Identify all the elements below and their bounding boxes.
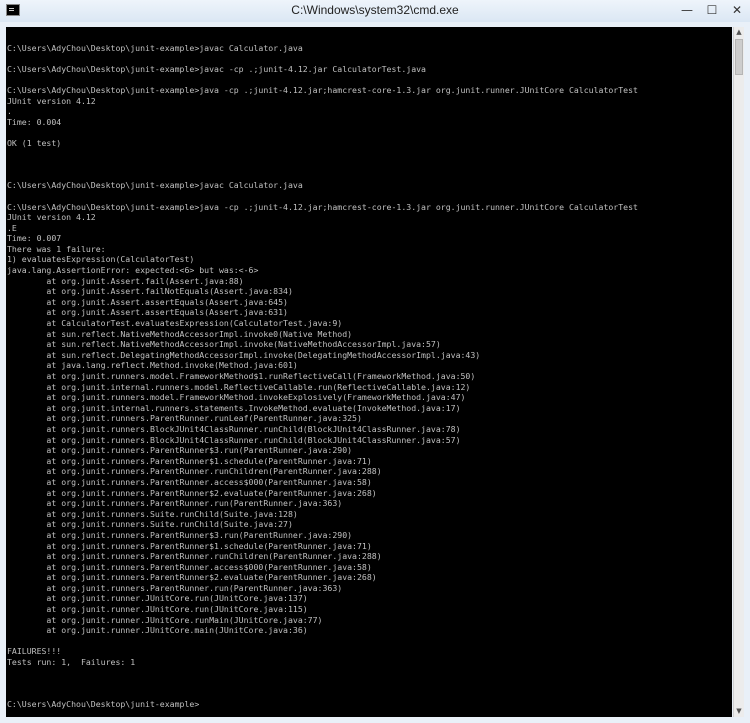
- console-output[interactable]: C:\Users\AdyChou\Desktop\junit-example> j…: [6, 27, 732, 717]
- console-line: at org.junit.runners.ParentRunner.access…: [7, 561, 372, 572]
- console-line: java.lang.AssertionError: expected:<6> b…: [7, 265, 259, 276]
- console-line: at org.junit.runners.ParentRunner.runChi…: [7, 551, 382, 562]
- console-line: at org.junit.Assert.fail(Assert.java:88): [7, 275, 244, 286]
- scroll-thumb[interactable]: [735, 39, 743, 75]
- console-line: at sun.reflect.NativeMethodAccessorImpl.…: [7, 328, 353, 339]
- console-line: 1) evaluatesExpression(CalculatorTest): [7, 254, 195, 265]
- console-line: at org.junit.runners.ParentRunner$2.eval…: [7, 572, 377, 583]
- console-line: at org.junit.runners.Suite.runChild(Suit…: [7, 508, 298, 519]
- minimize-button[interactable]: —: [676, 2, 698, 18]
- console-line: at org.junit.runners.model.FrameworkMeth…: [7, 371, 476, 381]
- console-line: at org.junit.runner.JUnitCore.run(JUnitC…: [7, 593, 308, 604]
- window-title: C:\Windows\system32\cmd.exe: [291, 3, 459, 17]
- console-line: C:\Users\AdyChou\Desktop\junit-example>j…: [7, 63, 426, 74]
- console-line: at org.junit.runners.ParentRunner$1.sche…: [7, 540, 372, 551]
- console-line: C:\Users\AdyChou\Desktop\junit-example>j…: [7, 42, 303, 53]
- console-line: at org.junit.runners.ParentRunner.runLea…: [7, 413, 362, 424]
- scroll-down-arrow-icon[interactable]: ▼: [734, 706, 744, 717]
- console-line: OK (1 test): [7, 137, 62, 148]
- console-line: Time: 0.007: [7, 233, 62, 244]
- console-line: at org.junit.runners.BlockJUnit4ClassRun…: [7, 434, 461, 445]
- console-line: at org.junit.runners.ParentRunner.access…: [7, 476, 372, 487]
- console-line: at org.junit.runners.ParentRunner.run(Pa…: [7, 582, 343, 593]
- console-line: at org.junit.runner.JUnitCore.run(JUnitC…: [7, 604, 308, 615]
- console-line: at org.junit.runner.JUnitCore.main(JUnit…: [7, 625, 308, 636]
- console-line: at org.junit.internal.runners.model.Refl…: [7, 381, 471, 392]
- console-line: at sun.reflect.DelegatingMethodAccessorI…: [7, 349, 481, 360]
- console-line: at org.junit.runners.ParentRunner$1.sche…: [7, 455, 372, 466]
- console-line: at org.junit.runners.ParentRunner.runChi…: [7, 466, 382, 477]
- console-line: C:\Users\AdyChou\Desktop\junit-example>j…: [7, 201, 638, 212]
- console-line: at org.junit.runner.JUnitCore.runMain(JU…: [7, 614, 323, 625]
- console-line: at org.junit.runners.ParentRunner$2.eval…: [7, 487, 377, 498]
- console-line: at org.junit.Assert.assertEquals(Assert.…: [7, 296, 288, 307]
- console-line: at org.junit.runners.model.FrameworkMeth…: [7, 392, 466, 403]
- console-line: at org.junit.runners.ParentRunner$3.run(…: [7, 529, 353, 540]
- console-line: at org.junit.Assert.failNotEquals(Assert…: [7, 286, 293, 297]
- title-bar[interactable]: C:\Windows\system32\cmd.exe — ☐ ✕: [0, 0, 750, 22]
- console-line: JUnit version 4.12: [7, 95, 96, 106]
- console-line: JUnit version 4.12: [7, 212, 96, 223]
- console-line: .: [7, 106, 12, 117]
- cmd-window: C:\Windows\system32\cmd.exe — ☐ ✕ C:\Use…: [0, 0, 750, 723]
- console-line: There was 1 failure:: [7, 243, 106, 254]
- console-line: C:\Users\AdyChou\Desktop\junit-example>j…: [7, 84, 638, 95]
- console-line: at sun.reflect.NativeMethodAccessorImpl.…: [7, 339, 441, 350]
- close-button[interactable]: ✕: [726, 2, 748, 18]
- maximize-button[interactable]: ☐: [701, 2, 723, 18]
- console-line: at org.junit.runners.ParentRunner.run(Pa…: [7, 498, 343, 509]
- console-line: Tests run: 1, Failures: 1: [7, 657, 136, 668]
- console-line: C:\Users\AdyChou\Desktop\junit-example>j…: [7, 180, 303, 191]
- console-line: at java.lang.reflect.Method.invoke(Metho…: [7, 360, 298, 371]
- scroll-up-arrow-icon[interactable]: ▲: [734, 27, 744, 38]
- console-line: FAILURES!!!: [7, 646, 62, 657]
- console-line: .E: [7, 222, 17, 233]
- console-line: at org.junit.internal.runners.statements…: [7, 402, 461, 413]
- console-line: at org.junit.runners.ParentRunner$3.run(…: [7, 445, 353, 456]
- console-line: Time: 0.004: [7, 116, 62, 127]
- vertical-scrollbar[interactable]: ▲ ▼: [733, 27, 744, 717]
- console-line: at org.junit.runners.BlockJUnit4ClassRun…: [7, 423, 461, 434]
- console-line: at org.junit.runners.Suite.runChild(Suit…: [7, 519, 293, 530]
- console-line: at CalculatorTest.evaluatesExpression(Ca…: [7, 318, 343, 329]
- console-line: C:\Users\AdyChou\Desktop\junit-example>: [7, 699, 200, 710]
- console-line: at org.junit.Assert.assertEquals(Assert.…: [7, 307, 288, 318]
- console-text: C:\Users\AdyChou\Desktop\junit-example> j…: [6, 27, 732, 710]
